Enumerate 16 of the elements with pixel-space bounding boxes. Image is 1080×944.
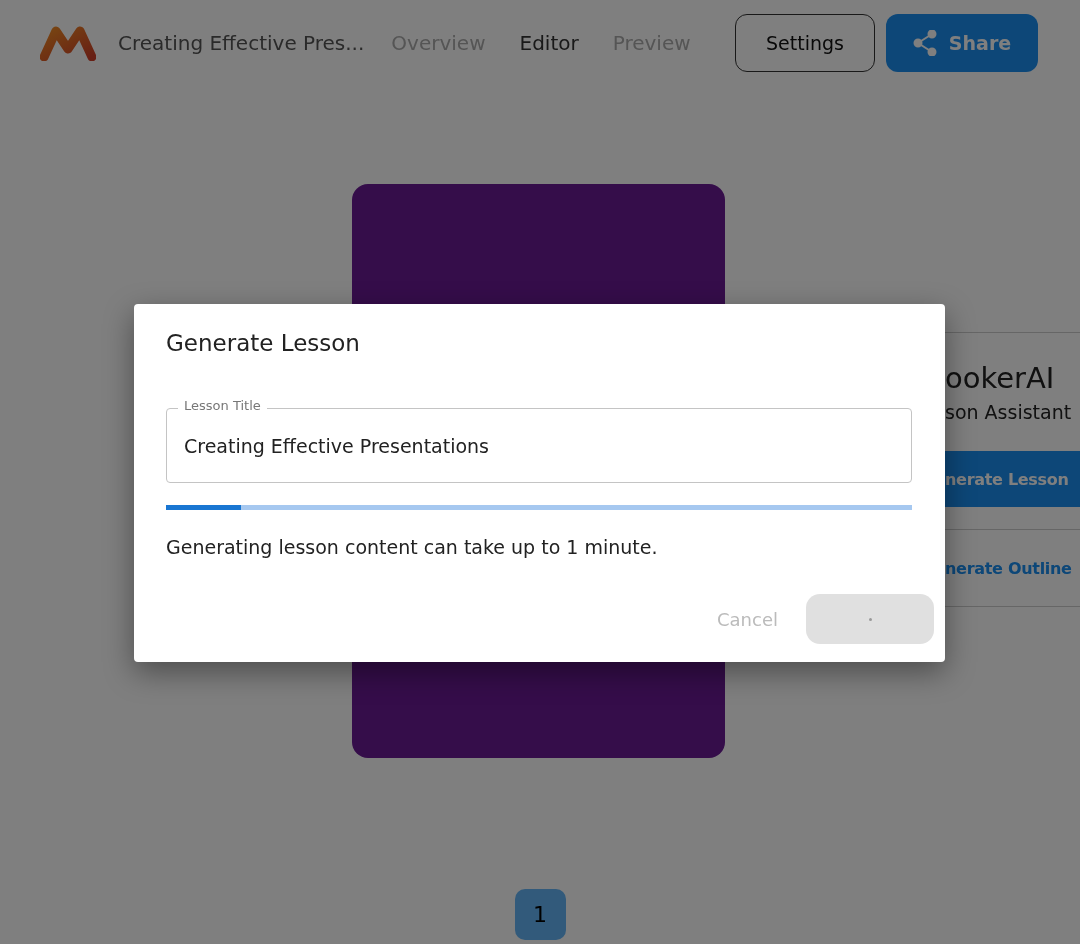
lesson-title: Creating Effective Pres... — [118, 31, 365, 55]
generate-lesson-button[interactable]: nerate Lesson — [945, 451, 1080, 507]
field-value: Creating Effective Presentations — [184, 434, 490, 457]
logo-icon — [40, 25, 96, 61]
loading-dot-icon — [868, 617, 872, 621]
panel-subtitle: son Assistant — [945, 401, 1073, 423]
share-button[interactable]: Share — [886, 14, 1038, 72]
panel-title: ookerAI — [945, 361, 1056, 395]
dialog-title: Generate Lesson — [166, 330, 361, 356]
dialog-message: Generating lesson content can take up to 1 minute. — [166, 536, 659, 558]
settings-button[interactable]: Settings — [735, 14, 875, 72]
share-icon — [912, 30, 937, 56]
field-label: Lesson Title — [178, 398, 267, 413]
page-button[interactable]: 1 — [514, 889, 566, 940]
nav-tab[interactable]: Editor — [502, 31, 596, 55]
lesson-title-field[interactable]: Lesson Title Creating Effective Presentations — [166, 398, 912, 483]
